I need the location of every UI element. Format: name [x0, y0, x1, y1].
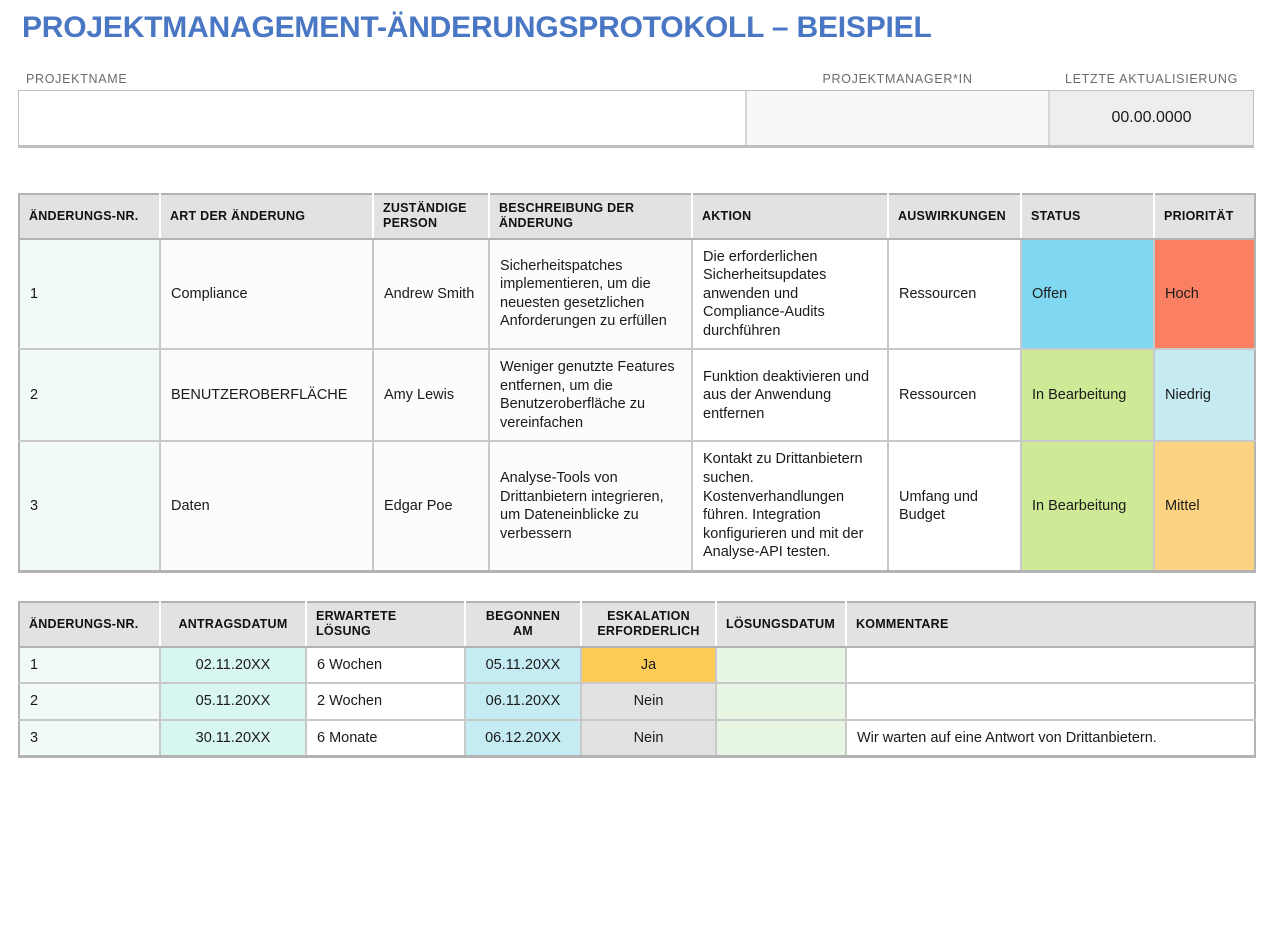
- cell-auswirkungen[interactable]: Ressourcen: [888, 349, 1022, 443]
- cell-beschreibung[interactable]: Weniger genutzte Features entfernen, um …: [489, 349, 693, 443]
- cell-eskalation[interactable]: Nein: [581, 719, 717, 757]
- cell-aenderungs-nr[interactable]: 2: [19, 349, 161, 443]
- cell-art-der-aenderung[interactable]: BENUTZEROBERFLÄCHE: [160, 349, 374, 443]
- table-row: 3 Daten Edgar Poe Analyse-Tools von Drit…: [19, 441, 1255, 572]
- col-header-aenderungs-nr-2[interactable]: ÄNDERUNGS-NR.: [19, 602, 161, 648]
- cell-prioritaet[interactable]: Niedrig: [1154, 349, 1255, 443]
- change-details-table-wrap: ÄNDERUNGS-NR. ART DER ÄNDERUNG ZUSTÄNDIG…: [18, 193, 1256, 573]
- cell-loesungsdatum[interactable]: [716, 719, 847, 757]
- cell-begonnen-am[interactable]: 06.11.20XX: [465, 683, 582, 721]
- cell-auswirkungen[interactable]: Ressourcen: [888, 238, 1022, 351]
- col-header-status[interactable]: STATUS: [1021, 194, 1155, 240]
- last-update-field[interactable]: 00.00.0000: [1049, 91, 1254, 145]
- cell-aktion[interactable]: Kontakt zu Drittanbietern suchen. Kosten…: [692, 441, 889, 572]
- page-title: PROJEKTMANAGEMENT-ÄNDERUNGSPROTOKOLL – B…: [22, 11, 932, 44]
- cell-erwartete-loesung[interactable]: 6 Monate: [306, 719, 466, 757]
- cell-zustaendige-person[interactable]: Andrew Smith: [373, 238, 490, 351]
- table-row: 2 BENUTZEROBERFLÄCHE Amy Lewis Weniger g…: [19, 349, 1255, 443]
- label-project-manager: PROJEKTMANAGER*IN: [822, 72, 973, 86]
- project-meta-labels: PROJEKTNAME PROJEKTMANAGER*IN LETZTE AKT…: [18, 68, 1254, 90]
- cell-status[interactable]: In Bearbeitung: [1021, 349, 1155, 443]
- cell-aenderungs-nr[interactable]: 1: [19, 238, 161, 351]
- cell-kommentare[interactable]: [846, 683, 1255, 721]
- cell-art-der-aenderung[interactable]: Daten: [160, 441, 374, 572]
- cell-aenderungs-nr[interactable]: 3: [19, 441, 161, 572]
- cell-kommentare[interactable]: Wir warten auf eine Antwort von Drittanb…: [846, 719, 1255, 757]
- cell-kommentare[interactable]: [846, 646, 1255, 685]
- col-header-prioritaet[interactable]: PRIORITÄT: [1154, 194, 1255, 240]
- cell-beschreibung[interactable]: Sicherheitspatches implementieren, um di…: [489, 238, 693, 351]
- cell-eskalation[interactable]: Ja: [581, 646, 717, 685]
- table-header-row: ÄNDERUNGS-NR. ANTRAGSDATUM ERWARTETE LÖS…: [19, 602, 1255, 648]
- cell-beschreibung[interactable]: Analyse-Tools von Drittanbietern integri…: [489, 441, 693, 572]
- col-header-antragsdatum[interactable]: ANTRAGSDATUM: [160, 602, 307, 648]
- cell-zustaendige-person[interactable]: Edgar Poe: [373, 441, 490, 572]
- cell-prioritaet[interactable]: Mittel: [1154, 441, 1255, 572]
- change-schedule-table-wrap: ÄNDERUNGS-NR. ANTRAGSDATUM ERWARTETE LÖS…: [18, 601, 1256, 759]
- cell-loesungsdatum[interactable]: [716, 683, 847, 721]
- col-header-begonnen-am[interactable]: BEGONNEN AM: [465, 602, 582, 648]
- col-header-loesungsdatum[interactable]: LÖSUNGSDATUM: [716, 602, 847, 648]
- cell-antragsdatum[interactable]: 30.11.20XX: [160, 719, 307, 757]
- cell-zustaendige-person[interactable]: Amy Lewis: [373, 349, 490, 443]
- col-header-beschreibung[interactable]: BESCHREIBUNG DER ÄNDERUNG: [489, 194, 693, 240]
- cell-status[interactable]: Offen: [1021, 238, 1155, 351]
- cell-antragsdatum[interactable]: 05.11.20XX: [160, 683, 307, 721]
- col-header-eskalation-erforderlich[interactable]: ESKALATION ERFORDERLICH: [581, 602, 717, 648]
- cell-prioritaet[interactable]: Hoch: [1154, 238, 1255, 351]
- col-header-zustaendige-person[interactable]: ZUSTÄNDIGE PERSON: [373, 194, 490, 240]
- cell-eskalation[interactable]: Nein: [581, 683, 717, 721]
- cell-erwartete-loesung[interactable]: 2 Wochen: [306, 683, 466, 721]
- cell-art-der-aenderung[interactable]: Compliance: [160, 238, 374, 351]
- cell-begonnen-am[interactable]: 06.12.20XX: [465, 719, 582, 757]
- col-header-aktion[interactable]: AKTION: [692, 194, 889, 240]
- document-page: PROJEKTMANAGEMENT-ÄNDERUNGSPROTOKOLL – B…: [0, 0, 1267, 926]
- cell-status[interactable]: In Bearbeitung: [1021, 441, 1155, 572]
- table-row: 1 02.11.20XX 6 Wochen 05.11.20XX Ja: [19, 646, 1255, 685]
- change-schedule-table: ÄNDERUNGS-NR. ANTRAGSDATUM ERWARTETE LÖS…: [18, 601, 1256, 759]
- label-project-name: PROJEKTNAME: [26, 72, 128, 86]
- cell-aenderungs-nr-2[interactable]: 3: [19, 719, 161, 757]
- col-header-erwartete-loesung[interactable]: ERWARTETE LÖSUNG: [306, 602, 466, 648]
- col-header-art-der-aenderung[interactable]: ART DER ÄNDERUNG: [160, 194, 374, 240]
- cell-auswirkungen[interactable]: Umfang und Budget: [888, 441, 1022, 572]
- project-manager-field[interactable]: [746, 91, 1049, 145]
- cell-aenderungs-nr-2[interactable]: 1: [19, 646, 161, 685]
- table-row: 2 05.11.20XX 2 Wochen 06.11.20XX Nein: [19, 683, 1255, 721]
- project-name-field[interactable]: [18, 91, 746, 145]
- col-header-aenderungs-nr[interactable]: ÄNDERUNGS-NR.: [19, 194, 161, 240]
- cell-aktion[interactable]: Die erforderlichen Sicherheitsupdates an…: [692, 238, 889, 351]
- project-meta-fields: 00.00.0000: [18, 90, 1254, 148]
- cell-erwartete-loesung[interactable]: 6 Wochen: [306, 646, 466, 685]
- col-header-auswirkungen[interactable]: AUSWIRKUNGEN: [888, 194, 1022, 240]
- cell-antragsdatum[interactable]: 02.11.20XX: [160, 646, 307, 685]
- label-last-update: LETZTE AKTUALISIERUNG: [1064, 72, 1239, 86]
- cell-begonnen-am[interactable]: 05.11.20XX: [465, 646, 582, 685]
- col-header-kommentare[interactable]: KOMMENTARE: [846, 602, 1255, 648]
- table-row: 3 30.11.20XX 6 Monate 06.12.20XX Nein Wi…: [19, 719, 1255, 757]
- change-details-table: ÄNDERUNGS-NR. ART DER ÄNDERUNG ZUSTÄNDIG…: [18, 193, 1256, 573]
- cell-loesungsdatum[interactable]: [716, 646, 847, 685]
- project-meta-section: PROJEKTNAME PROJEKTMANAGER*IN LETZTE AKT…: [18, 68, 1254, 148]
- cell-aktion[interactable]: Funktion deaktivieren und aus der Anwend…: [692, 349, 889, 443]
- table-header-row: ÄNDERUNGS-NR. ART DER ÄNDERUNG ZUSTÄNDIG…: [19, 194, 1255, 240]
- cell-aenderungs-nr-2[interactable]: 2: [19, 683, 161, 721]
- table-row: 1 Compliance Andrew Smith Sicherheitspat…: [19, 238, 1255, 351]
